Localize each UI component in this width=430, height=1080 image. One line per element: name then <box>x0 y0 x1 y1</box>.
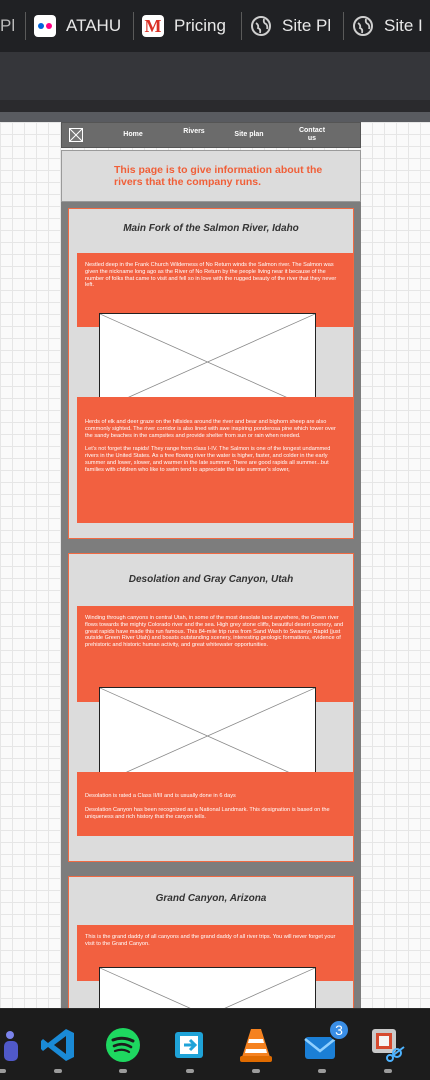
spotify-icon[interactable] <box>103 1025 143 1065</box>
gmail-icon: M <box>142 15 164 37</box>
ssh-client-icon[interactable] <box>170 1025 210 1065</box>
nav-rivers-link[interactable]: Rivers <box>181 128 207 136</box>
nav-home-link[interactable]: Home <box>121 131 145 139</box>
river-details-box: Desolation is rated a Class II/III and i… <box>77 772 353 836</box>
river-detail-text: Herds of elk and deer graze on the hills… <box>85 419 336 439</box>
tab-title: Pl <box>0 16 16 35</box>
browser-tab[interactable]: Site I <box>344 0 430 52</box>
browser-tab[interactable]: Pl <box>0 0 26 52</box>
river-intro-text: Nestled deep in the Frank Church Wildern… <box>85 262 337 289</box>
page-viewport: Home Rivers Site plan Contact us This pa… <box>0 122 430 1008</box>
tab-title: ATAHU <box>66 16 122 35</box>
river-card-grand-canyon: Grand Canyon, Arizona This is the grand … <box>68 876 354 1008</box>
snipping-tool-icon[interactable] <box>368 1025 408 1065</box>
running-indicator <box>119 1069 127 1073</box>
river-detail-text: Desolation Canyon has been recognized as… <box>85 806 330 820</box>
tab-title: Site Pl <box>282 16 332 35</box>
logo-image-placeholder-icon <box>69 128 83 142</box>
globe-icon <box>250 15 272 37</box>
running-indicator <box>186 1069 194 1073</box>
tab-title: Site I <box>384 16 422 35</box>
running-indicator <box>318 1069 326 1073</box>
bookmarks-bar <box>0 112 430 122</box>
river-detail-text: Let's not forget the rapids! They range … <box>85 446 331 473</box>
river-card-salmon: Main Fork of the Salmon River, Idaho Nes… <box>68 208 354 539</box>
river-title: Grand Canyon, Arizona <box>155 893 267 904</box>
river-image-placeholder <box>99 687 316 785</box>
mail-badge: 3 <box>328 1019 350 1041</box>
running-indicator <box>0 1069 6 1073</box>
windows-taskbar: 3 <box>0 1008 430 1080</box>
running-indicator <box>384 1069 392 1073</box>
browser-tab[interactable]: M Pricing <box>134 0 242 52</box>
nav-site-plan-link[interactable]: Site plan <box>232 131 266 139</box>
page-intro-text: This page is to give information about t… <box>114 164 323 188</box>
river-intro-text: This is the grand daddy of all canyons a… <box>85 934 336 947</box>
flickr-icon <box>34 15 56 37</box>
river-title: Main Fork of the Salmon River, Idaho <box>123 223 299 234</box>
globe-icon <box>352 15 374 37</box>
tab-title: Pricing <box>174 16 226 35</box>
mail-icon[interactable]: 3 <box>302 1019 350 1065</box>
browser-tab-strip: Pl ATAHU M Pricing Site Pl Site I <box>0 0 430 52</box>
vlc-icon[interactable] <box>236 1025 276 1065</box>
river-intro-text: Winding through canyons in central Utah,… <box>85 615 344 649</box>
page-header: This page is to give information about t… <box>61 150 361 202</box>
river-card-desolation: Desolation and Gray Canyon, Utah Winding… <box>68 553 354 862</box>
rivers-page: Home Rivers Site plan Contact us This pa… <box>61 122 361 1008</box>
river-details-box: Herds of elk and deer graze on the hills… <box>77 397 353 523</box>
site-navbar: Home Rivers Site plan Contact us <box>61 122 361 148</box>
running-indicator <box>54 1069 62 1073</box>
river-detail-text: Desolation is rated a Class II/III and i… <box>85 793 236 799</box>
river-image-placeholder <box>99 967 316 1008</box>
vscode-icon[interactable] <box>38 1025 78 1065</box>
toolbar-border <box>0 100 430 112</box>
rivers-content: Main Fork of the Salmon River, Idaho Nes… <box>61 202 361 1008</box>
browser-toolbar <box>0 52 430 100</box>
running-indicator <box>252 1069 260 1073</box>
browser-tab[interactable]: ATAHU <box>26 0 134 52</box>
river-title: Desolation and Gray Canyon, Utah <box>128 574 294 585</box>
nav-contact-link[interactable]: Contact us <box>298 127 326 143</box>
teams-icon[interactable] <box>0 1025 26 1065</box>
browser-tab[interactable]: Site Pl <box>242 0 344 52</box>
